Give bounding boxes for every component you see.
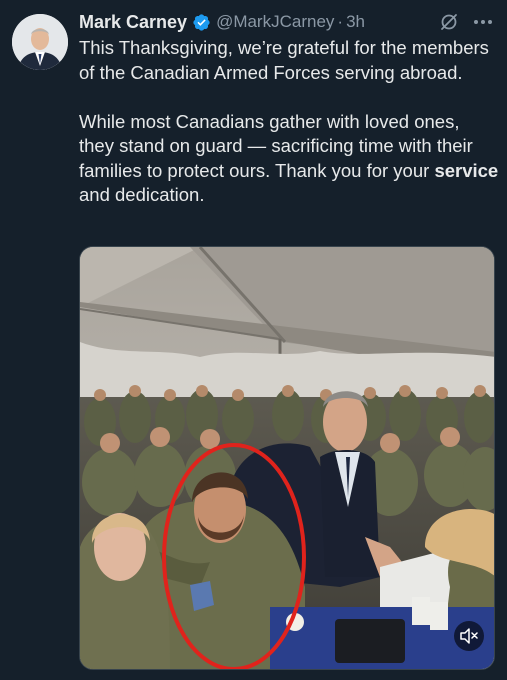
avatar-image	[12, 14, 68, 70]
avatar[interactable]	[12, 14, 68, 70]
tweet-paragraph-2-start: While most Canadians gather with loved o…	[79, 110, 473, 181]
tweet-paragraph-1: This Thanksgiving, we’re grateful for th…	[79, 37, 489, 83]
author-name[interactable]: Mark Carney	[79, 12, 187, 33]
tweet-paragraph-2: While most Canadians gather with loved o…	[79, 110, 499, 208]
more-icon[interactable]	[470, 10, 496, 34]
separator-dot: ·	[337, 12, 344, 31]
video-frame	[80, 247, 494, 669]
tweet-header: Mark Carney @MarkJCarney · 3h	[79, 10, 365, 34]
timestamp[interactable]: 3h	[346, 12, 365, 32]
tweet: Mark Carney @MarkJCarney · 3h This Thank…	[0, 0, 507, 680]
author-handle[interactable]: @MarkJCarney	[216, 12, 334, 32]
tweet-paragraph-2-end: and dedication.	[79, 184, 205, 205]
verified-badge-icon	[192, 13, 211, 32]
tweet-text: This Thanksgiving, we’re grateful for th…	[79, 36, 499, 208]
muted-speaker-icon[interactable]	[454, 621, 484, 651]
tweet-bold-word: service	[434, 159, 499, 181]
video-player[interactable]	[79, 246, 495, 670]
bottom-edge	[0, 672, 507, 680]
grok-icon[interactable]	[437, 10, 461, 34]
